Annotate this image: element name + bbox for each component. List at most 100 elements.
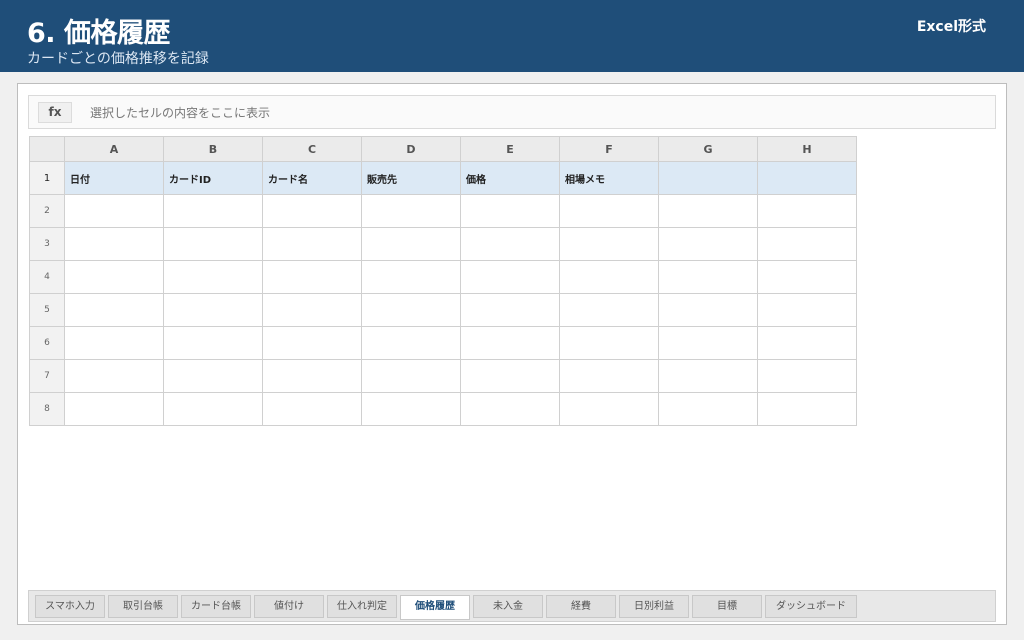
cell[interactable] xyxy=(361,227,461,261)
tab-expenses[interactable]: 経費 xyxy=(546,595,616,618)
tab-unpaid[interactable]: 未入金 xyxy=(473,595,543,618)
tab-smartphone-input[interactable]: スマホ入力 xyxy=(35,595,105,618)
column-header-d[interactable]: D xyxy=(361,136,461,162)
cell[interactable] xyxy=(361,293,461,327)
cell[interactable] xyxy=(163,326,263,360)
cell[interactable] xyxy=(757,326,857,360)
cell[interactable] xyxy=(658,161,758,195)
cell[interactable] xyxy=(658,293,758,327)
tab-purchase-judgment[interactable]: 仕入れ判定 xyxy=(327,595,397,618)
cell[interactable]: 日付 xyxy=(64,161,164,195)
cell[interactable] xyxy=(64,392,164,426)
cell[interactable] xyxy=(460,194,560,228)
cell[interactable] xyxy=(559,293,659,327)
cell[interactable] xyxy=(460,260,560,294)
table-row: 7 xyxy=(29,359,857,393)
cell[interactable] xyxy=(64,260,164,294)
column-header-b[interactable]: B xyxy=(163,136,263,162)
cell[interactable] xyxy=(262,359,362,393)
row-header[interactable]: 3 xyxy=(29,227,65,261)
row-header[interactable]: 2 xyxy=(29,194,65,228)
cell[interactable] xyxy=(757,359,857,393)
column-header-c[interactable]: C xyxy=(262,136,362,162)
cell[interactable] xyxy=(460,359,560,393)
cell[interactable] xyxy=(163,293,263,327)
cell[interactable] xyxy=(658,359,758,393)
cell[interactable] xyxy=(460,392,560,426)
corner-cell[interactable] xyxy=(29,136,65,162)
column-header-a[interactable]: A xyxy=(64,136,164,162)
cell[interactable] xyxy=(460,326,560,360)
cell[interactable] xyxy=(757,293,857,327)
cell[interactable] xyxy=(163,227,263,261)
column-header-h[interactable]: H xyxy=(757,136,857,162)
cell[interactable] xyxy=(262,293,362,327)
cell[interactable] xyxy=(658,392,758,426)
cell[interactable] xyxy=(64,359,164,393)
cell[interactable] xyxy=(658,326,758,360)
cell[interactable] xyxy=(559,359,659,393)
cell[interactable]: 相場メモ xyxy=(559,161,659,195)
cell[interactable] xyxy=(361,359,461,393)
cell[interactable] xyxy=(361,392,461,426)
formula-bar[interactable]: fx 選択したセルの内容をここに表示 xyxy=(28,95,996,129)
cell[interactable] xyxy=(64,194,164,228)
cell[interactable] xyxy=(460,293,560,327)
fx-icon[interactable]: fx xyxy=(38,102,72,123)
cell[interactable] xyxy=(757,392,857,426)
cell[interactable]: 価格 xyxy=(460,161,560,195)
cell[interactable] xyxy=(757,194,857,228)
cell[interactable] xyxy=(361,260,461,294)
row-header[interactable]: 8 xyxy=(29,392,65,426)
cell[interactable] xyxy=(64,293,164,327)
cell[interactable] xyxy=(262,392,362,426)
cell[interactable] xyxy=(361,194,461,228)
cell[interactable] xyxy=(757,161,857,195)
table-row: 6 xyxy=(29,326,857,360)
cell[interactable]: 販売先 xyxy=(361,161,461,195)
cell[interactable] xyxy=(262,326,362,360)
tab-pricing[interactable]: 値付け xyxy=(254,595,324,618)
table-row: 5 xyxy=(29,293,857,327)
column-header-e[interactable]: E xyxy=(460,136,560,162)
tab-card-ledger[interactable]: カード台帳 xyxy=(181,595,251,618)
row-header[interactable]: 7 xyxy=(29,359,65,393)
tab-transaction-ledger[interactable]: 取引台帳 xyxy=(108,595,178,618)
tab-dashboard[interactable]: ダッシュボード xyxy=(765,595,857,618)
column-header-f[interactable]: F xyxy=(559,136,659,162)
cell[interactable] xyxy=(757,227,857,261)
tab-goals[interactable]: 目標 xyxy=(692,595,762,618)
cell[interactable] xyxy=(658,194,758,228)
cell[interactable] xyxy=(658,227,758,261)
cell[interactable] xyxy=(163,194,263,228)
cell[interactable] xyxy=(361,326,461,360)
table-row: 2 xyxy=(29,194,857,228)
cell[interactable] xyxy=(163,260,263,294)
cell[interactable] xyxy=(262,260,362,294)
cell[interactable] xyxy=(559,326,659,360)
cell[interactable] xyxy=(658,260,758,294)
cell[interactable] xyxy=(559,392,659,426)
cell[interactable] xyxy=(64,227,164,261)
app-header: 6. 価格履歴 カードごとの価格推移を記録 Excel形式 xyxy=(0,0,1024,72)
cell[interactable] xyxy=(460,227,560,261)
tab-daily-profit[interactable]: 日別利益 xyxy=(619,595,689,618)
row-header[interactable]: 5 xyxy=(29,293,65,327)
column-header-g[interactable]: G xyxy=(658,136,758,162)
cell[interactable] xyxy=(559,194,659,228)
cell[interactable]: カード名 xyxy=(262,161,362,195)
row-header[interactable]: 6 xyxy=(29,326,65,360)
cell[interactable] xyxy=(559,260,659,294)
cell[interactable] xyxy=(163,359,263,393)
cell[interactable] xyxy=(262,227,362,261)
cell[interactable] xyxy=(559,227,659,261)
formula-input[interactable]: 選択したセルの内容をここに表示 xyxy=(90,104,270,121)
cell[interactable] xyxy=(64,326,164,360)
tab-price-history[interactable]: 価格履歴 xyxy=(400,595,470,620)
cell[interactable] xyxy=(163,392,263,426)
row-header[interactable]: 4 xyxy=(29,260,65,294)
cell[interactable] xyxy=(757,260,857,294)
cell[interactable] xyxy=(262,194,362,228)
cell[interactable]: カードID xyxy=(163,161,263,195)
row-header[interactable]: 1 xyxy=(29,161,65,195)
